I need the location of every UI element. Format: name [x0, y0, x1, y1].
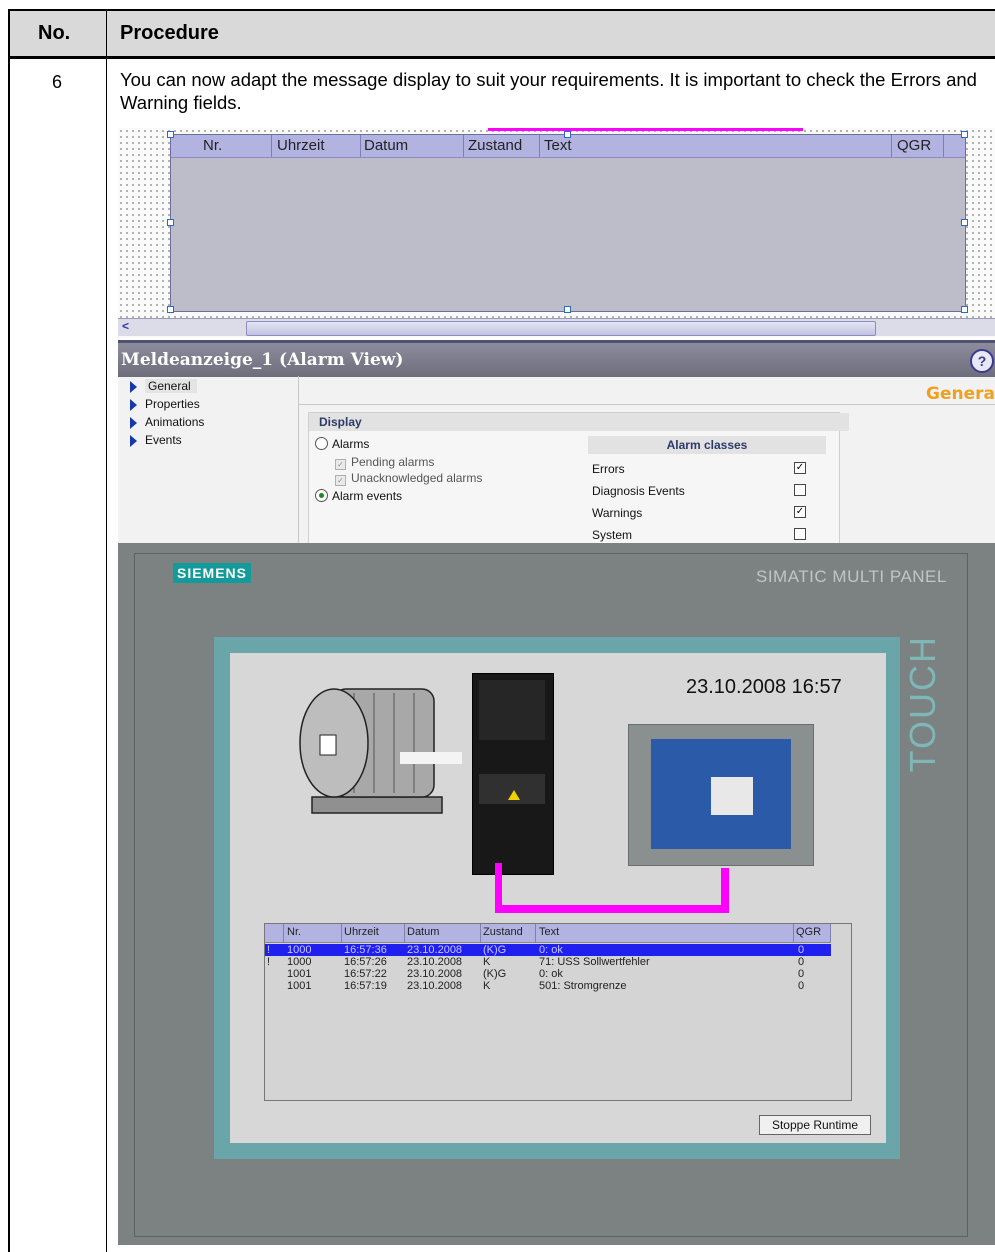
disabled-check-icon: ✓	[335, 459, 346, 470]
col-text: Text	[544, 137, 572, 154]
magenta-connection-line	[488, 128, 803, 131]
resize-handle[interactable]	[961, 219, 968, 226]
properties-inspector: Meldeanzeige_1 (Alarm View) ? General Pr…	[118, 340, 995, 543]
inspector-title: Meldeanzeige_1 (Alarm View)	[121, 350, 404, 370]
section-title: General	[926, 384, 995, 404]
nav-general[interactable]: General	[130, 379, 197, 393]
resize-handle[interactable]	[961, 306, 968, 313]
nav-animations[interactable]: Animations	[130, 415, 204, 429]
alarm-view-header: Nr. Uhrzeit Datum Zustand Text QGR	[171, 135, 965, 158]
class-errors-label: Errors	[592, 462, 625, 476]
resize-handle[interactable]	[564, 131, 571, 138]
resize-handle[interactable]	[167, 306, 174, 313]
table-top-border	[8, 9, 995, 11]
runtime-alarm-view[interactable]: Nr. Uhrzeit Datum Zustand Text QGR ! 100…	[264, 923, 852, 1101]
editor-canvas: Nr. Uhrzeit Datum Zustand Text QGR <	[118, 128, 995, 338]
checkbox-unacknowledged-alarms: ✓ Unacknowledged alarms	[335, 471, 482, 486]
arrow-icon	[130, 380, 137, 393]
radio-on-icon	[315, 489, 328, 502]
inspector-title-bar: Meldeanzeige_1 (Alarm View) ?	[118, 340, 995, 377]
cable-line	[495, 905, 729, 913]
rt-col-nr: Nr.	[287, 926, 302, 938]
nav-events[interactable]: Events	[130, 433, 182, 447]
runtime-alarm-header: Nr. Uhrzeit Datum Zustand Text QGR	[265, 924, 831, 943]
resize-handle[interactable]	[167, 131, 174, 138]
checkbox-pending-alarms: ✓ Pending alarms	[335, 455, 434, 470]
scroll-thumb[interactable]	[246, 321, 876, 336]
inverter-drive-icon	[472, 673, 554, 875]
rt-col-text: Text	[539, 926, 560, 938]
display-group-title: Display	[309, 413, 849, 431]
alarm-classes-list: Alarm classes Errors ✓ Diagnosis Events …	[588, 436, 828, 543]
arrow-icon	[130, 398, 137, 411]
rt-col-datum: Datum	[407, 926, 440, 938]
rt-col-uhrzeit: Uhrzeit	[344, 926, 379, 938]
step-number: 6	[52, 72, 63, 92]
table-left-border	[8, 9, 10, 1252]
rt-col-qgr: QGR	[796, 926, 822, 938]
touch-panel-icon	[628, 724, 814, 866]
cable-line	[721, 868, 729, 913]
arrow-icon	[130, 416, 137, 429]
multi-panel-runtime: SIEMENS SIMATIC MULTI PANEL TOUCH 23.10.…	[118, 543, 995, 1245]
radio-off-icon	[315, 437, 328, 450]
panel-model-label: SIMATIC MULTI PANEL	[756, 567, 947, 586]
motor-icon	[299, 688, 443, 814]
siemens-logo: SIEMENS	[173, 563, 251, 583]
class-system-label: System	[592, 528, 633, 542]
scroll-left-icon[interactable]: <	[122, 319, 129, 333]
column-header-no: No.	[38, 22, 71, 44]
col-qgr: QGR	[897, 137, 932, 154]
alarm-classes-title: Alarm classes	[588, 436, 826, 454]
column-header-procedure: Procedure	[120, 22, 219, 44]
rt-col-zustand: Zustand	[483, 926, 523, 938]
warning-icon	[508, 790, 520, 800]
help-icon[interactable]: ?	[970, 349, 994, 373]
radio-alarm-events[interactable]: Alarm events	[315, 489, 402, 503]
class-warnings-checkbox[interactable]: ✓	[794, 506, 806, 518]
stop-runtime-button[interactable]: Stoppe Runtime	[759, 1115, 871, 1135]
motor-shaft	[400, 752, 462, 764]
col-datum: Datum	[364, 137, 409, 154]
col-zustand: Zustand	[468, 137, 523, 154]
touch-label: TOUCH	[902, 635, 943, 773]
radio-alarms[interactable]: Alarms	[315, 437, 369, 451]
resize-handle[interactable]	[961, 131, 968, 138]
resize-handle[interactable]	[167, 219, 174, 226]
disabled-check-icon: ✓	[335, 475, 346, 486]
table-header-divider	[8, 56, 995, 59]
alarm-row[interactable]: 1001 16:57:19 23.10.2008 K 501: Stromgre…	[265, 980, 831, 992]
class-errors-checkbox[interactable]: ✓	[794, 462, 806, 474]
class-diagnosis-label: Diagnosis Events	[592, 484, 685, 498]
nav-properties[interactable]: Properties	[130, 397, 200, 411]
table-column-divider	[106, 9, 107, 1252]
alarm-row[interactable]: ! 1000 16:57:26 23.10.2008 K 71: USS Sol…	[265, 956, 831, 968]
alarm-row[interactable]: 1001 16:57:22 23.10.2008 (K)G 0: ok 0	[265, 968, 831, 980]
col-nr: Nr.	[203, 137, 223, 154]
datetime-display: 23.10.2008 16:57	[686, 676, 842, 698]
alarm-view-object[interactable]: Nr. Uhrzeit Datum Zustand Text QGR	[167, 131, 968, 313]
class-system-checkbox[interactable]	[794, 528, 806, 540]
arrow-icon	[130, 434, 137, 447]
class-warnings-label: Warnings	[592, 506, 643, 520]
horizontal-scrollbar[interactable]: <	[118, 318, 995, 336]
resize-handle[interactable]	[564, 306, 571, 313]
col-uhrzeit: Uhrzeit	[277, 137, 325, 154]
alarm-row[interactable]: ! 1000 16:57:36 23.10.2008 (K)G 0: ok 0	[265, 944, 831, 956]
step-instruction: You can now adapt the message display to…	[120, 69, 977, 113]
class-diagnosis-checkbox[interactable]	[794, 484, 806, 496]
